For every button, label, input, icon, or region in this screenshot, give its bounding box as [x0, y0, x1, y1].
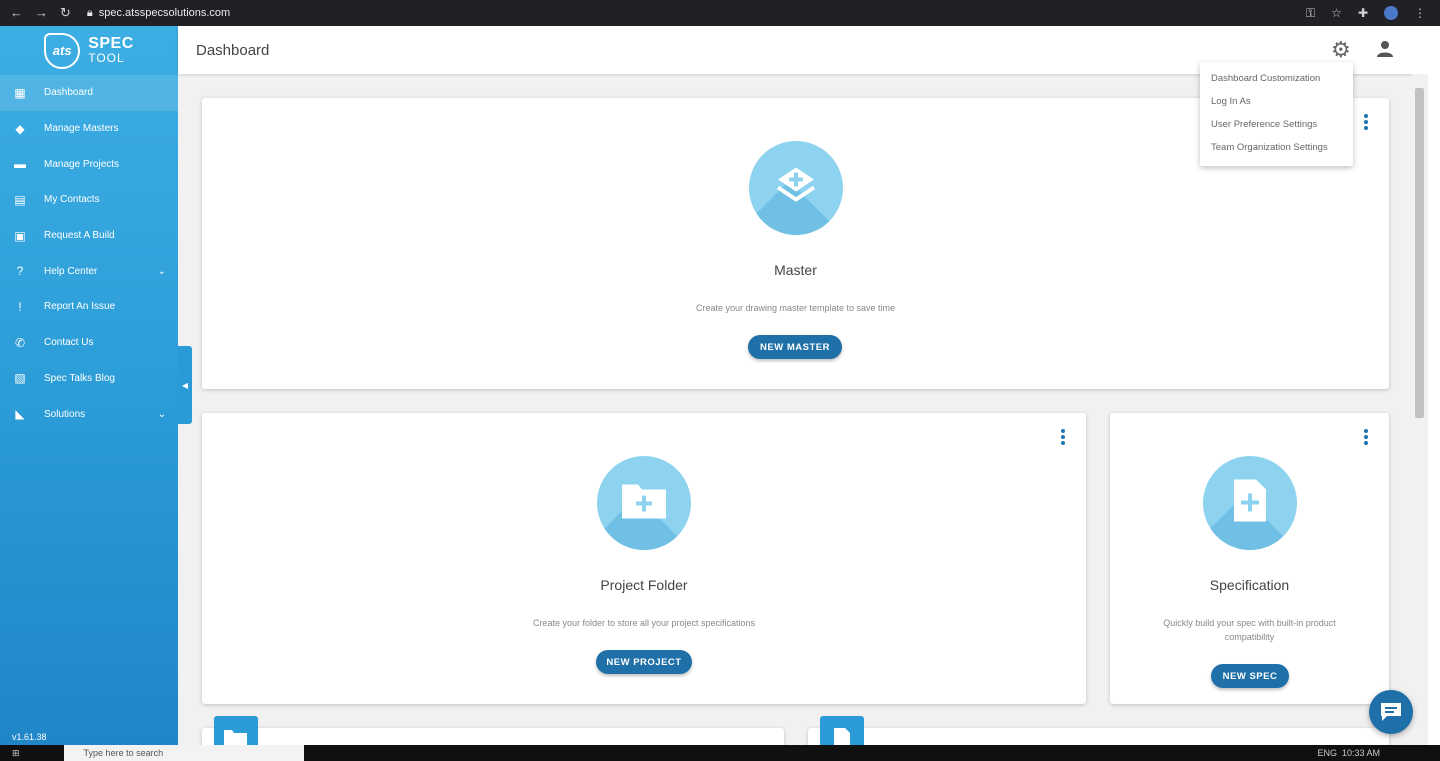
- sidebar-item-report-issue[interactable]: ! Report An Issue: [0, 289, 178, 325]
- card-title: Master: [774, 262, 817, 278]
- key-icon[interactable]: ⚿: [1306, 6, 1315, 21]
- dropdown-item-team-organization-settings[interactable]: Team Organization Settings: [1200, 136, 1353, 159]
- forward-icon[interactable]: →: [35, 5, 48, 21]
- taskbar-search-text: Type here to search: [83, 748, 164, 758]
- card-title: Specification: [1209, 577, 1290, 593]
- folder-open-icon: [214, 716, 258, 745]
- project-folder-icon: [597, 456, 691, 550]
- folder-icon: ▬: [14, 157, 26, 172]
- sidebar-item-spec-talks-blog[interactable]: ▧ Spec Talks Blog: [0, 361, 178, 397]
- specification-file-icon: [1203, 456, 1297, 550]
- dropdown-item-user-preference-settings[interactable]: User Preference Settings: [1200, 113, 1353, 136]
- sidebar-item-label: My Contacts: [44, 194, 100, 206]
- url-text: spec.atsspecsolutions.com: [98, 7, 231, 19]
- browser-nav: ← → ↻: [10, 5, 71, 21]
- address-bar[interactable]: 🔒︎ spec.atsspecsolutions.com: [87, 7, 230, 20]
- dashboard-content: Master Create your drawing master templa…: [178, 74, 1412, 745]
- project-folder-card: Project Folder Create your folder to sto…: [202, 413, 1086, 704]
- master-layers-icon: [749, 141, 843, 235]
- tag-icon: ◣: [15, 407, 25, 422]
- sidebar: ats SPEC TOOL ▦ Dashboard ◆ Manage Masters…: [0, 26, 178, 745]
- new-project-button[interactable]: NEW PROJECT: [596, 650, 692, 674]
- card-description: Quickly build your spec with built-in pr…: [1163, 618, 1336, 642]
- help-icon: ?: [16, 264, 24, 279]
- settings-dropdown: Dashboard Customization Log In As User P…: [1200, 62, 1353, 166]
- sidebar-item-manage-projects[interactable]: ▬ Manage Projects: [0, 146, 178, 182]
- sidebar-item-label: Help Center: [44, 265, 98, 277]
- sidebar-item-label: Spec Talks Blog: [44, 372, 115, 384]
- browser-actions: ⚿ ☆ ✚ ⋮: [1306, 6, 1426, 21]
- clipboard-icon: ▣: [14, 228, 26, 243]
- sidebar-item-label: Dashboard: [44, 87, 93, 99]
- scrollbar-thumb[interactable]: [1415, 88, 1424, 418]
- reload-icon[interactable]: ↻: [60, 5, 71, 21]
- lock-icon: 🔒︎: [86, 6, 93, 19]
- profile-avatar[interactable]: [1384, 6, 1398, 20]
- sidebar-item-label: Contact Us: [44, 337, 94, 349]
- logo-line2: TOOL: [88, 50, 125, 65]
- card-description: Create your drawing master template to s…: [695, 303, 896, 313]
- kebab-menu-icon[interactable]: [1060, 427, 1066, 447]
- page-scrollbar[interactable]: [1412, 74, 1428, 745]
- alert-icon: !: [18, 299, 22, 314]
- new-master-button[interactable]: NEW MASTER: [748, 335, 842, 359]
- version-label: v1.61.38: [12, 732, 47, 742]
- sidebar-item-label: Solutions: [44, 408, 86, 420]
- page-title: Dashboard: [196, 41, 270, 59]
- card-description: Create your folder to store all your pro…: [532, 618, 756, 628]
- browser-toolbar: ← → ↻ 🔒︎ spec.atsspecsolutions.com ⚿ ☆ ✚…: [0, 0, 1440, 26]
- taskbar-search[interactable]: Type here to search: [63, 745, 304, 761]
- layers-icon: ◆: [15, 121, 25, 136]
- sidebar-item-solutions[interactable]: ◣ Solutions ⌄: [0, 396, 178, 432]
- dropdown-item-dashboard-customization[interactable]: Dashboard Customization: [1200, 67, 1353, 90]
- sidebar-item-label: Manage Projects: [44, 158, 120, 170]
- logo-line1: SPEC: [88, 34, 134, 52]
- phone-icon: ✆: [14, 335, 26, 350]
- right-edge-strip: [1428, 74, 1440, 745]
- logo-text: SPEC TOOL: [88, 34, 134, 66]
- recent-specs-card: [808, 716, 1389, 745]
- chat-button[interactable]: [1369, 690, 1413, 734]
- sidebar-item-my-contacts[interactable]: ▤ My Contacts: [0, 182, 178, 218]
- chat-icon: [1381, 703, 1401, 721]
- chevron-down-icon[interactable]: ⌄: [158, 409, 166, 420]
- back-icon[interactable]: ←: [10, 5, 23, 21]
- chevron-down-icon[interactable]: ⌄: [158, 266, 166, 277]
- sidebar-item-label: Manage Masters: [44, 123, 119, 135]
- dashboard-icon: ▦: [14, 85, 26, 100]
- os-taskbar: ⊞ Type here to search ENG 10:33 AM: [0, 745, 1440, 761]
- document-icon: [820, 716, 864, 745]
- sidebar-item-manage-masters[interactable]: ◆ Manage Masters: [0, 111, 178, 147]
- sidebar-item-dashboard[interactable]: ▦ Dashboard: [0, 75, 178, 111]
- app-logo[interactable]: ats SPEC TOOL: [0, 26, 178, 75]
- dropdown-item-log-in-as[interactable]: Log In As: [1200, 90, 1353, 113]
- new-spec-button[interactable]: NEW SPEC: [1211, 664, 1289, 688]
- sidebar-item-contact-us[interactable]: ✆ Contact Us: [0, 325, 178, 361]
- contacts-icon: ▤: [14, 192, 26, 207]
- sidebar-item-label: Request A Build: [44, 230, 115, 242]
- sidebar-menu: ▦ Dashboard ◆ Manage Masters ▬ Manage Proje…: [0, 75, 178, 432]
- gear-icon[interactable]: ⚙: [1331, 39, 1351, 61]
- logo-mark: ats: [44, 32, 81, 69]
- sidebar-item-label: Report An Issue: [44, 301, 116, 313]
- system-tray: ENG 10:33 AM: [1317, 748, 1380, 758]
- kebab-menu-icon[interactable]: [1363, 427, 1369, 447]
- sidebar-item-help-center[interactable]: ? Help Center ⌄: [0, 253, 178, 289]
- sidebar-item-request-build[interactable]: ▣ Request A Build: [0, 218, 178, 254]
- kebab-menu-icon[interactable]: [1363, 112, 1369, 132]
- clock: 10:33 AM: [1341, 748, 1380, 758]
- card-title: Project Folder: [600, 577, 688, 593]
- blog-icon: ▧: [14, 371, 26, 386]
- language-indicator: ENG: [1317, 748, 1337, 758]
- windows-start-icon[interactable]: ⊞: [12, 748, 20, 759]
- browser-menu-icon[interactable]: ⋮: [1414, 6, 1426, 20]
- star-icon[interactable]: ☆: [1331, 6, 1342, 20]
- specification-card: Specification Quickly build your spec wi…: [1110, 413, 1389, 704]
- extensions-icon[interactable]: ✚: [1358, 6, 1368, 20]
- recent-projects-card: [202, 716, 784, 745]
- user-icon[interactable]: [1376, 40, 1394, 63]
